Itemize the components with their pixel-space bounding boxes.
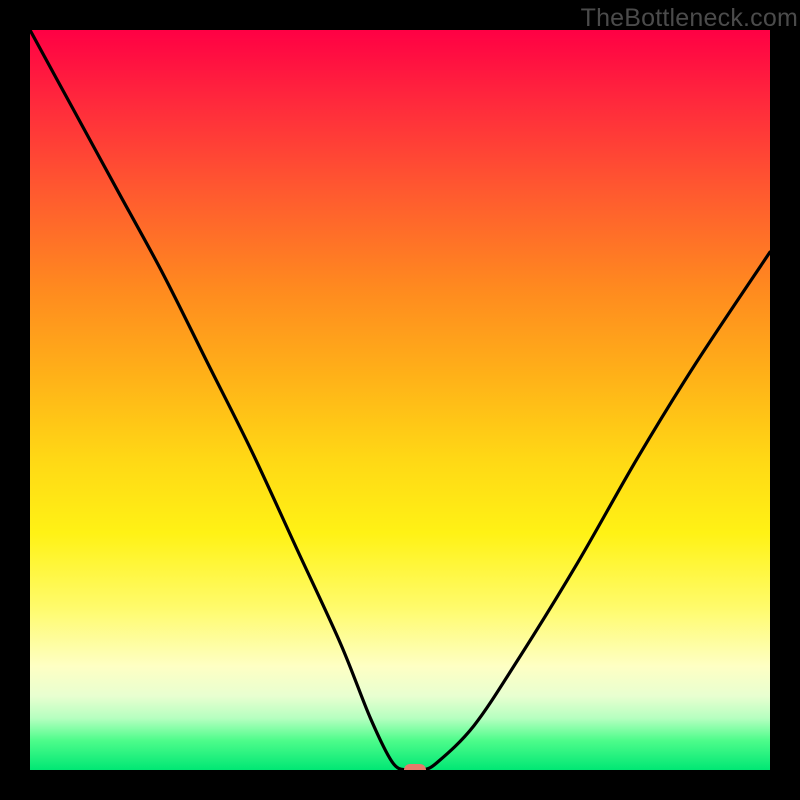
watermark-text: TheBottleneck.com [581,4,798,33]
chart-frame: TheBottleneck.com [0,0,800,800]
min-marker [404,764,426,770]
plot-area [30,30,770,770]
curve-path [30,30,770,770]
bottleneck-curve [30,30,770,770]
